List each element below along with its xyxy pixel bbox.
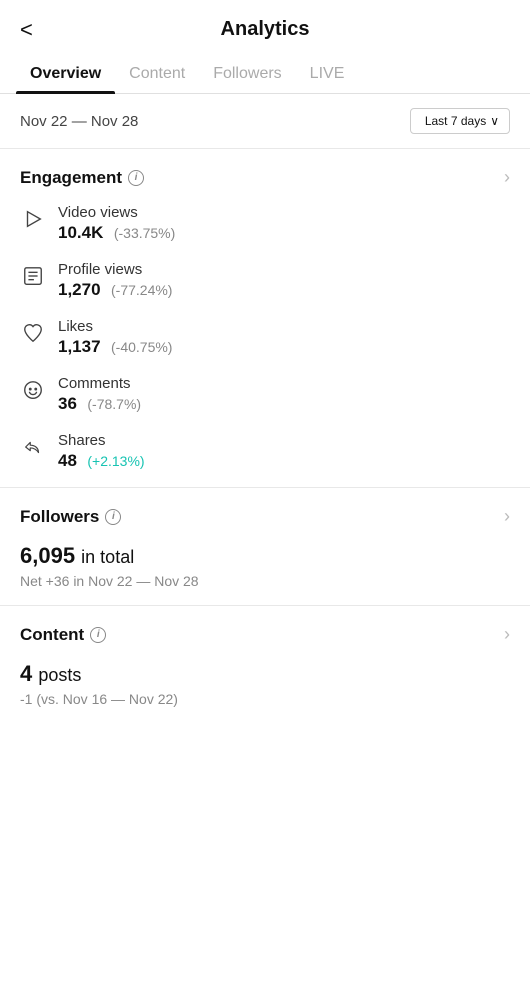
tab-overview[interactable]: Overview	[16, 55, 115, 93]
likes-label: Likes	[58, 318, 172, 335]
profile-icon	[20, 263, 46, 289]
metric-shares: Shares 48 (+2.13%)	[20, 432, 510, 471]
engagement-chevron-icon[interactable]: ›	[504, 167, 510, 188]
page-title: Analytics	[221, 18, 310, 41]
profile-views-value: 1,270	[58, 280, 101, 299]
tab-bar: Overview Content Followers LIVE	[0, 55, 530, 94]
tab-live[interactable]: LIVE	[296, 55, 359, 93]
content-section: Content i › 4 posts -1 (vs. Nov 16 — Nov…	[0, 606, 530, 723]
play-icon	[20, 206, 46, 232]
shares-change: (+2.13%)	[87, 453, 144, 469]
heart-icon	[20, 320, 46, 346]
content-info-icon[interactable]: i	[90, 627, 106, 643]
shares-value: 48	[58, 451, 77, 470]
engagement-title-row: Engagement i	[20, 168, 144, 188]
followers-section: Followers i › 6,095 in total Net +36 in …	[0, 488, 530, 606]
metric-comments: Comments 36 (-78.7%)	[20, 375, 510, 414]
tab-content[interactable]: Content	[115, 55, 199, 93]
engagement-header: Engagement i ›	[20, 167, 510, 188]
likes-change: (-40.75%)	[111, 339, 172, 355]
followers-net: Net +36 in Nov 22 — Nov 28	[20, 573, 510, 589]
video-views-value: 10.4K	[58, 223, 103, 242]
content-posts-label: posts	[38, 665, 81, 685]
content-compare: -1 (vs. Nov 16 — Nov 22)	[20, 691, 510, 707]
metric-video-views: Video views 10.4K (-33.75%)	[20, 204, 510, 243]
video-views-label: Video views	[58, 204, 175, 221]
comment-icon	[20, 377, 46, 403]
share-icon	[20, 434, 46, 460]
shares-label: Shares	[58, 432, 145, 449]
followers-chevron-icon[interactable]: ›	[504, 506, 510, 527]
comments-value: 36	[58, 394, 77, 413]
date-filter-button[interactable]: Last 7 days ∨	[410, 108, 510, 134]
content-header: Content i ›	[20, 624, 510, 645]
profile-views-label: Profile views	[58, 261, 172, 278]
content-title: Content	[20, 625, 84, 645]
engagement-info-icon[interactable]: i	[128, 170, 144, 186]
app-header: < Analytics	[0, 0, 530, 55]
content-posts: 4 posts	[20, 661, 510, 687]
engagement-section: Engagement i › Video views 10.4K (-33.75…	[0, 149, 530, 488]
back-button[interactable]: <	[20, 19, 33, 41]
date-row: Nov 22 — Nov 28 Last 7 days ∨	[0, 94, 530, 149]
profile-views-change: (-77.24%)	[111, 282, 172, 298]
content-chevron-icon[interactable]: ›	[504, 624, 510, 645]
comments-change: (-78.7%)	[87, 396, 141, 412]
tab-followers[interactable]: Followers	[199, 55, 295, 93]
chevron-down-icon: ∨	[490, 114, 499, 128]
video-views-change: (-33.75%)	[114, 225, 175, 241]
metric-likes: Likes 1,137 (-40.75%)	[20, 318, 510, 357]
followers-title: Followers	[20, 507, 99, 527]
metric-profile-views: Profile views 1,270 (-77.24%)	[20, 261, 510, 300]
date-filter-label: Last 7 days	[425, 114, 486, 128]
likes-value: 1,137	[58, 337, 101, 356]
content-title-row: Content i	[20, 625, 106, 645]
comments-label: Comments	[58, 375, 141, 392]
followers-info-icon[interactable]: i	[105, 509, 121, 525]
followers-total: 6,095 in total	[20, 543, 510, 569]
followers-header: Followers i ›	[20, 506, 510, 527]
followers-total-label: in total	[81, 547, 134, 567]
engagement-title: Engagement	[20, 168, 122, 188]
followers-title-row: Followers i	[20, 507, 121, 527]
date-range-label: Nov 22 — Nov 28	[20, 113, 138, 130]
